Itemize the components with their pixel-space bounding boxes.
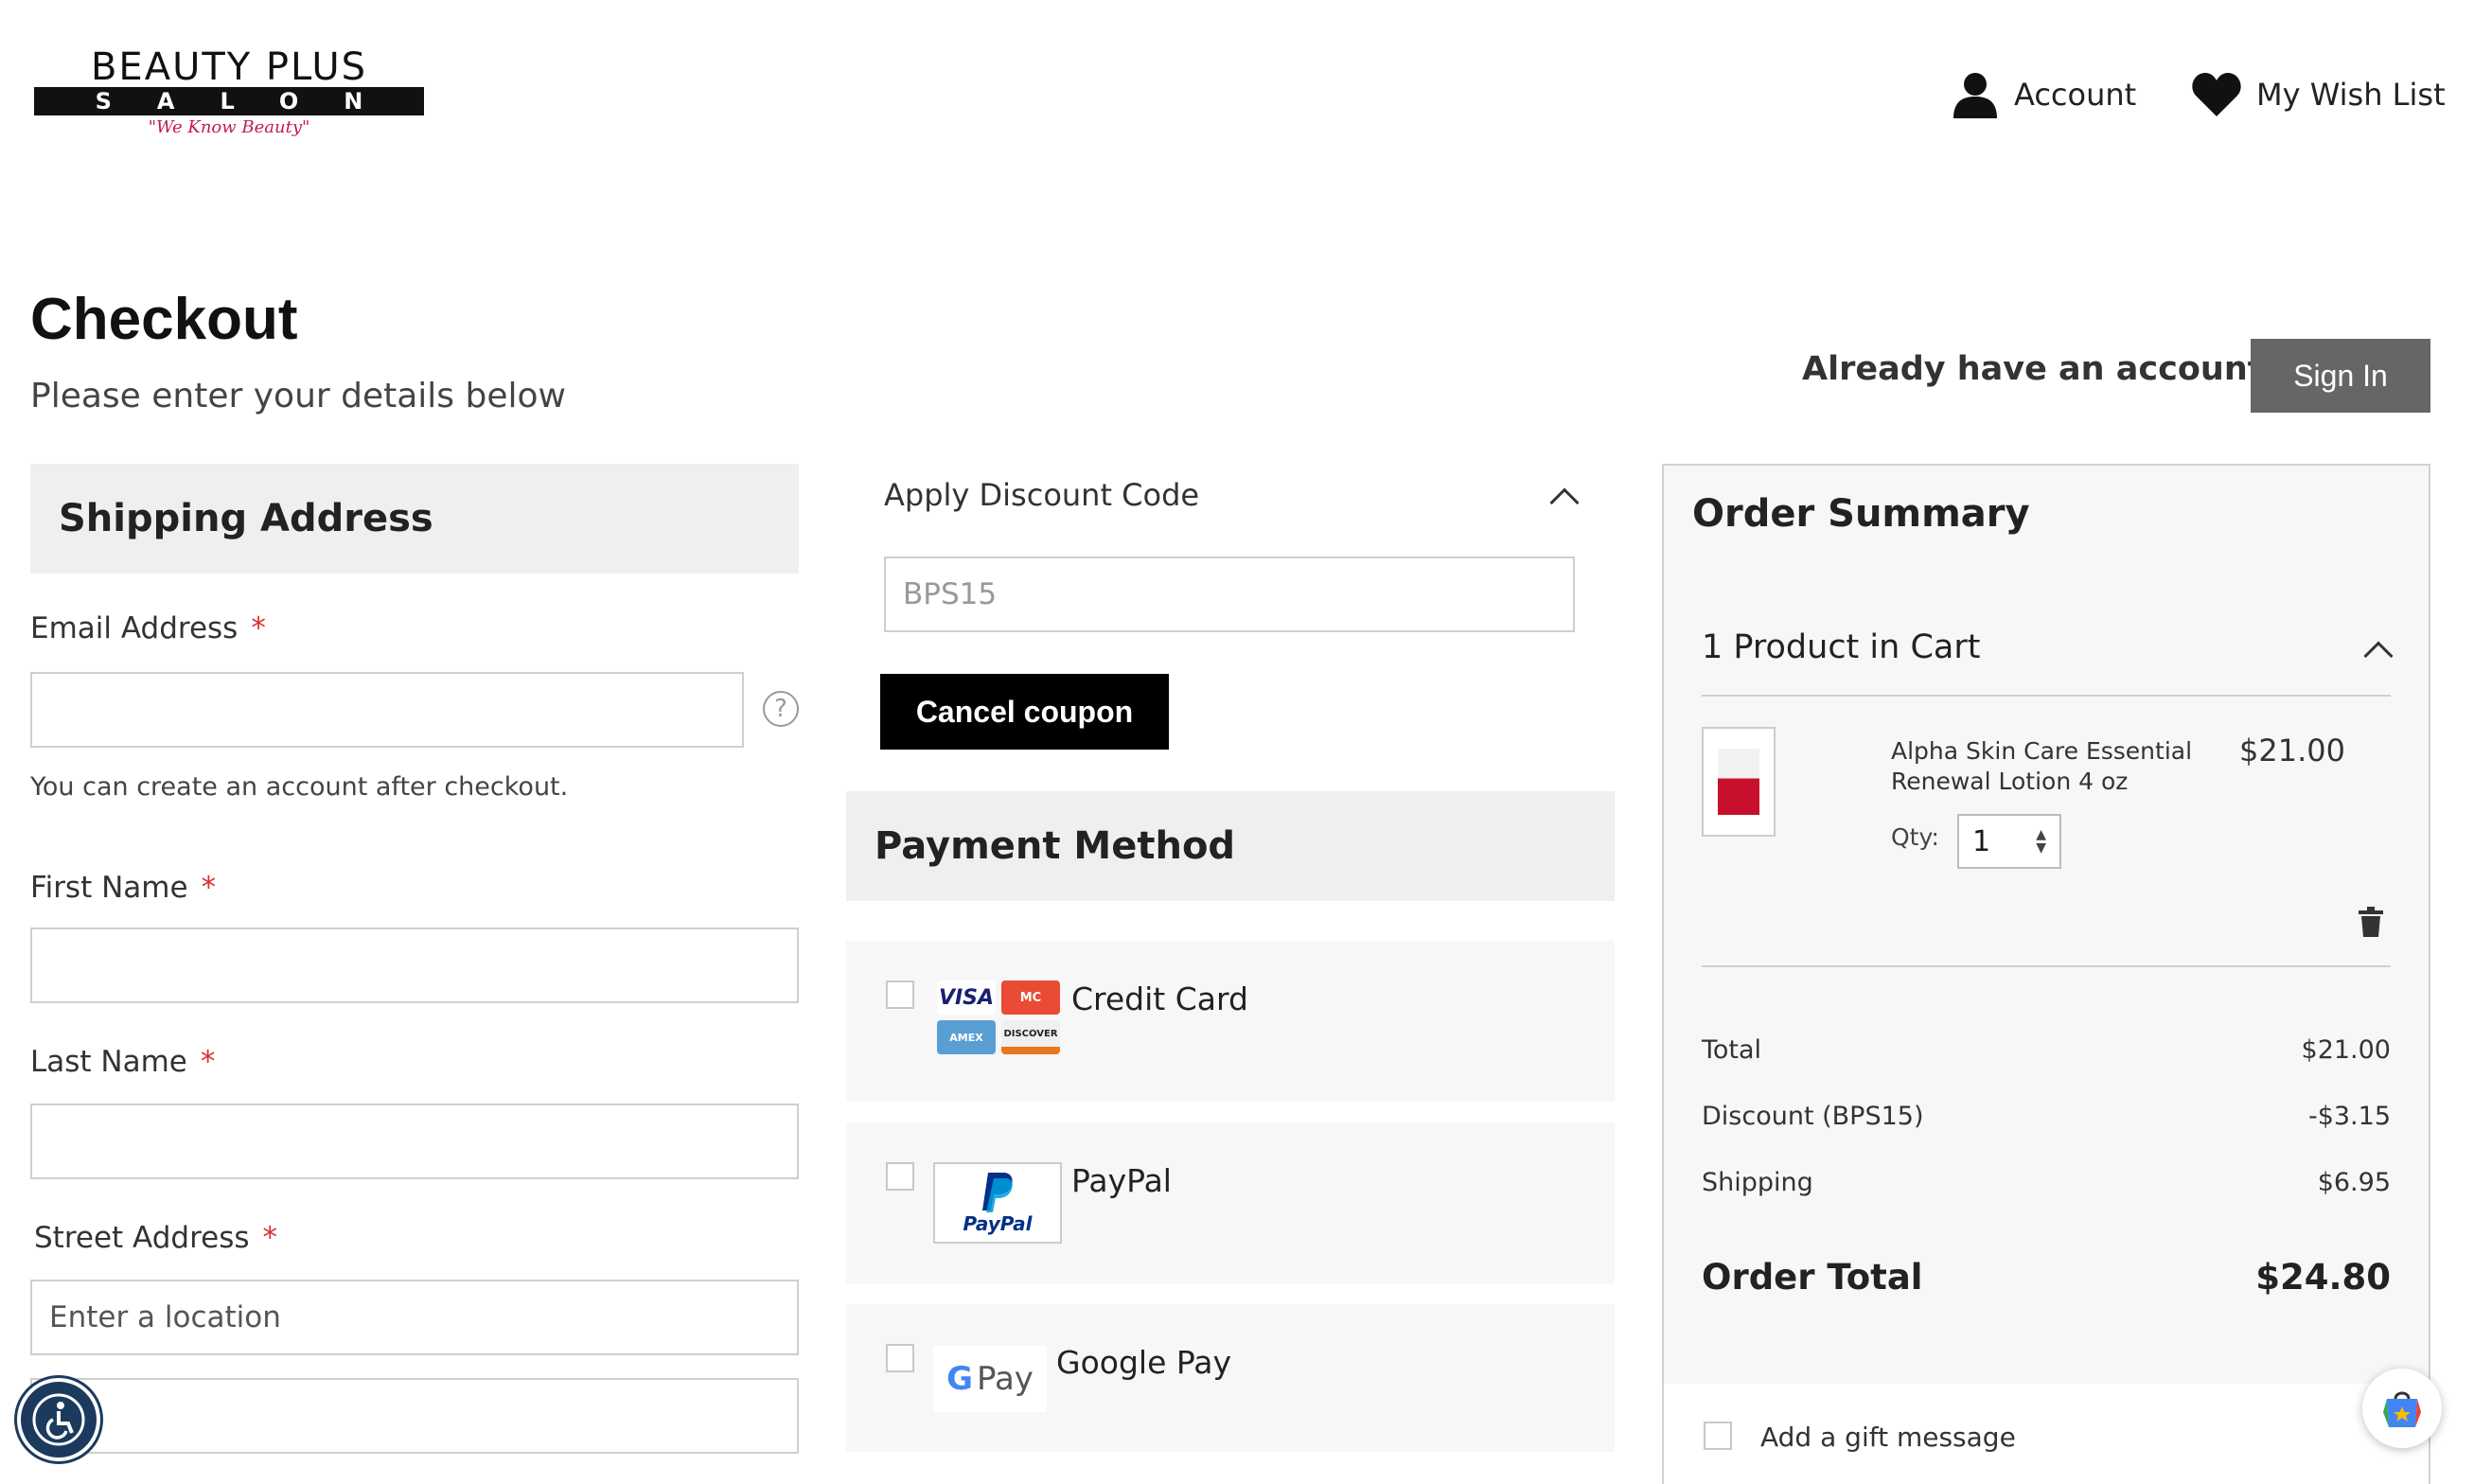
- summary-row-total: Total $21.00: [1702, 1035, 2391, 1065]
- wishlist-label: My Wish List: [2256, 77, 2446, 113]
- first-name-label-text: First Name: [30, 871, 188, 905]
- spinner-arrows-icon[interactable]: ▲ ▼: [2036, 828, 2046, 855]
- divider: [1702, 965, 2391, 967]
- cancel-coupon-button[interactable]: Cancel coupon: [880, 674, 1169, 750]
- logo-wordmark: BEAUTY PLUS: [90, 45, 368, 89]
- google-pay-checkbox[interactable]: [886, 1344, 914, 1372]
- email-field[interactable]: [30, 672, 744, 748]
- cart-count[interactable]: 1 Product in Cart: [1702, 628, 1980, 666]
- shopping-bag-button[interactable]: [2362, 1369, 2442, 1448]
- credit-card-checkbox[interactable]: [886, 980, 914, 1009]
- logo-tagline: "We Know Beauty": [148, 117, 310, 137]
- email-label: Email Address *: [30, 611, 266, 645]
- discount-label: Discount (BPS15): [1702, 1102, 1924, 1131]
- help-icon[interactable]: ?: [763, 691, 799, 727]
- chevron-up-icon[interactable]: [1549, 487, 1580, 518]
- discover-icon: DISCOVER: [1001, 1020, 1060, 1054]
- product-price: $21.00: [2239, 733, 2345, 768]
- order-total-label: Order Total: [1702, 1257, 1923, 1298]
- order-total-row: Order Total $24.80: [1702, 1257, 2391, 1298]
- discount-code-title[interactable]: Apply Discount Code: [884, 477, 1199, 513]
- order-summary-panel: [1662, 464, 2430, 1484]
- site-logo[interactable]: BEAUTY PLUS SALON "We Know Beauty": [34, 45, 424, 144]
- google-pay-label: Google Pay: [1056, 1344, 1232, 1381]
- last-name-label: Last Name *: [30, 1045, 215, 1079]
- discount-value: -$3.15: [2307, 1102, 2391, 1131]
- qty-label: Qty:: [1891, 823, 1939, 851]
- required-mark: *: [200, 1045, 216, 1079]
- page-subtitle: Please enter your details below: [30, 377, 566, 415]
- street-address-label: Street Address *: [34, 1221, 277, 1255]
- sign-in-button[interactable]: Sign In: [2251, 339, 2430, 413]
- google-g-icon: G: [946, 1360, 973, 1398]
- first-name-field[interactable]: [30, 928, 799, 1003]
- street-address-line2-field[interactable]: [30, 1378, 799, 1454]
- paypal-checkbox[interactable]: [886, 1162, 914, 1191]
- google-pay-icon: G Pay: [933, 1346, 1047, 1412]
- street-address-label-text: Street Address: [34, 1221, 250, 1255]
- accessibility-icon: [32, 1393, 85, 1446]
- quantity-stepper[interactable]: 1 ▲ ▼: [1957, 814, 2061, 869]
- account-label: Account: [2014, 77, 2137, 113]
- shipping-address-heading: Shipping Address: [30, 464, 799, 574]
- gift-message-label[interactable]: Add a gift message: [1760, 1422, 2016, 1453]
- already-account-text: Already have an account?: [1802, 350, 2283, 388]
- required-mark: *: [201, 871, 217, 905]
- product-thumbnail[interactable]: [1702, 727, 1776, 837]
- street-address-field[interactable]: [30, 1280, 799, 1355]
- required-mark: *: [251, 611, 266, 645]
- order-summary-title: Order Summary: [1692, 492, 2030, 536]
- shipping-label: Shipping: [1702, 1168, 1813, 1197]
- trash-icon[interactable]: [2359, 907, 2383, 937]
- credit-card-label: Credit Card: [1071, 980, 1248, 1017]
- amex-icon: AMEX: [937, 1020, 996, 1054]
- shopping-bag-icon: [2383, 1391, 2421, 1427]
- visa-icon: VISA: [937, 980, 996, 1015]
- logo-salon-bar: SALON: [34, 87, 424, 115]
- qty-value[interactable]: 1: [1972, 825, 1990, 858]
- paypal-wordmark: PayPal: [963, 1212, 1033, 1235]
- product-name[interactable]: Alpha Skin Care Essential Renewal Lotion…: [1891, 736, 2213, 797]
- discount-code-input[interactable]: [884, 556, 1575, 632]
- gift-message-checkbox[interactable]: [1704, 1422, 1732, 1450]
- wishlist-link[interactable]: My Wish List: [2192, 68, 2446, 121]
- credit-cards-icon: VISA MC AMEX DISCOVER: [937, 980, 1060, 1054]
- paypal-label: PayPal: [1071, 1162, 1172, 1199]
- lotion-bottle-icon: [1718, 749, 1759, 815]
- mastercard-icon: MC: [1001, 980, 1060, 1015]
- summary-row-shipping: Shipping $6.95: [1702, 1168, 2391, 1197]
- paypal-icon: PayPal: [933, 1162, 1062, 1244]
- gpay-text: Pay: [976, 1360, 1034, 1398]
- account-link[interactable]: Account: [1952, 68, 2136, 121]
- divider: [1702, 695, 2391, 697]
- summary-row-discount: Discount (BPS15) -$3.15: [1702, 1102, 2391, 1131]
- order-total-value: $24.80: [2255, 1257, 2391, 1298]
- email-note: You can create an account after checkout…: [30, 772, 569, 802]
- email-label-text: Email Address: [30, 611, 239, 645]
- payment-method-heading: Payment Method: [846, 791, 1615, 901]
- paypal-p-icon: [982, 1173, 1013, 1212]
- heart-icon: [2192, 73, 2241, 116]
- accessibility-button[interactable]: [17, 1378, 100, 1461]
- last-name-label-text: Last Name: [30, 1045, 187, 1079]
- shipping-value: $6.95: [2317, 1168, 2391, 1197]
- user-icon: [1953, 73, 1997, 118]
- required-mark: *: [262, 1221, 278, 1255]
- total-value: $21.00: [2301, 1035, 2391, 1065]
- first-name-label: First Name *: [30, 871, 216, 905]
- page-title: Checkout: [30, 287, 298, 352]
- last-name-field[interactable]: [30, 1104, 799, 1179]
- total-label: Total: [1702, 1035, 1762, 1065]
